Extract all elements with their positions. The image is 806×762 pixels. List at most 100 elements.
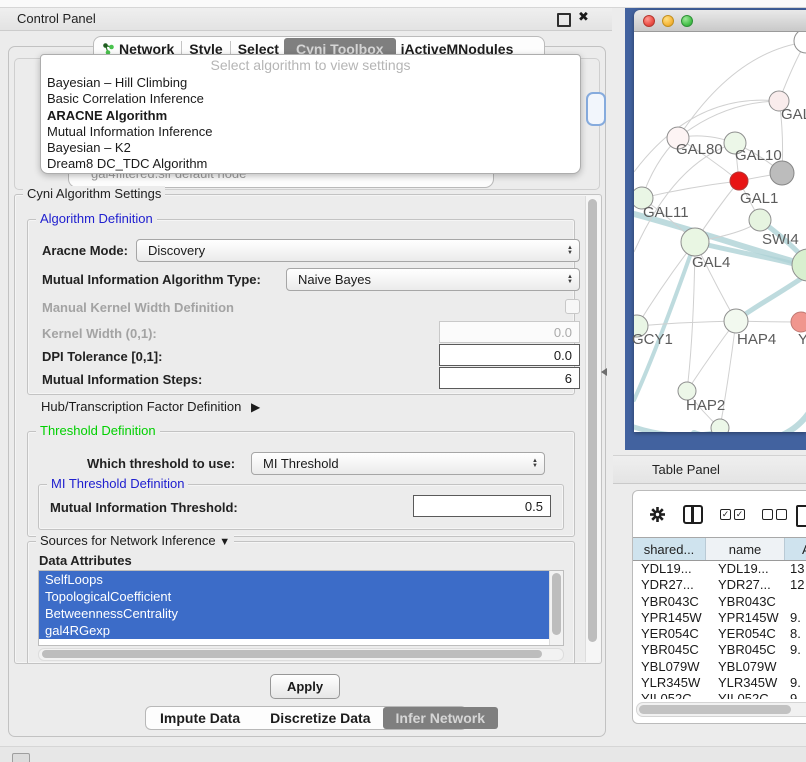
mi-threshold-title: MI Threshold Definition bbox=[47, 476, 188, 491]
mi-threshold-label: Mutual Information Threshold: bbox=[50, 500, 238, 515]
control-panel-titlebar: Control Panel ✖ bbox=[0, 8, 612, 31]
close-panel-icon[interactable]: ✖ bbox=[578, 9, 589, 25]
split-columns-icon[interactable] bbox=[683, 505, 703, 524]
table-row[interactable]: YBR043CYBR043C bbox=[633, 594, 806, 610]
minimized-panel-icon[interactable] bbox=[12, 753, 30, 762]
tab-impute-data[interactable]: Impute Data bbox=[152, 710, 248, 726]
column-header-name[interactable]: name bbox=[706, 538, 785, 560]
expander-arrow-icon: ▶ bbox=[251, 400, 260, 414]
node-label: GAL80 bbox=[676, 141, 723, 158]
close-window-icon[interactable] bbox=[643, 15, 655, 27]
list-hscrollbar-thumb[interactable] bbox=[42, 650, 542, 658]
table-header-row: shared... name A bbox=[633, 537, 806, 561]
which-threshold-value: MI Threshold bbox=[263, 456, 339, 471]
list-item-selected[interactable]: gal4RGexp bbox=[39, 622, 555, 639]
apply-button[interactable]: Apply bbox=[270, 674, 340, 699]
network-window-titlebar[interactable] bbox=[634, 10, 806, 32]
hub-definition-label: Hub/Transcription Factor Definition bbox=[41, 399, 241, 414]
algorithm-definition-group: Algorithm Definition Aracne Mode: Discov… bbox=[27, 219, 575, 395]
table-toolbar: ✓✓ bbox=[633, 491, 806, 537]
combo-spinner-icon: ▲▼ bbox=[567, 246, 573, 256]
column-header-shared[interactable]: shared... bbox=[633, 538, 706, 560]
algorithm-definition-title: Algorithm Definition bbox=[36, 211, 157, 226]
node-gal4 bbox=[681, 228, 709, 256]
algorithm-dropdown-popup: Select algorithm to view settings Bayesi… bbox=[40, 54, 581, 174]
mi-steps-value: 6 bbox=[565, 371, 572, 386]
algorithm-option[interactable]: Bayesian – K2 bbox=[41, 140, 580, 156]
hub-definition-expander[interactable]: Hub/Transcription Factor Definition ▶ bbox=[41, 399, 260, 414]
sources-title-row[interactable]: Sources for Network Inference ▼ bbox=[36, 533, 234, 548]
table-panel-title: Table Panel bbox=[652, 462, 720, 477]
settings-scrollbar-track[interactable] bbox=[585, 196, 600, 662]
algorithm-option[interactable]: Mutual Information Inference bbox=[41, 124, 580, 140]
combo-spinner-icon: ▲▼ bbox=[567, 275, 573, 285]
bottom-strip bbox=[0, 746, 806, 762]
zoom-window-icon[interactable] bbox=[681, 15, 693, 27]
table-row[interactable]: YIL052CYIL052C9 bbox=[633, 691, 806, 699]
aracne-mode-combobox[interactable]: Discovery ▲▼ bbox=[136, 239, 580, 262]
sources-group: Sources for Network Inference ▼ Data Att… bbox=[27, 541, 575, 663]
table-hscrollbar-thumb[interactable] bbox=[639, 705, 791, 714]
node-label: GCY1 bbox=[632, 331, 673, 348]
aracne-mode-value: Discovery bbox=[148, 243, 205, 258]
table-row[interactable]: YLR345WYLR345W9. bbox=[633, 675, 806, 691]
table-row[interactable]: YBR045CYBR045C9. bbox=[633, 642, 806, 658]
panel-splitter-arrow[interactable] bbox=[601, 368, 607, 376]
mi-threshold-field[interactable]: 0.5 bbox=[413, 495, 551, 517]
which-threshold-combobox[interactable]: MI Threshold ▲▼ bbox=[251, 452, 545, 475]
table-row[interactable]: YER054CYER054C8. bbox=[633, 626, 806, 642]
table-panel-body: ✓✓ shared... name A YDL19...YDL19...13 Y… bbox=[632, 490, 806, 724]
tab-discretize-data[interactable]: Discretize Data bbox=[262, 710, 378, 726]
list-hscrollbar-track[interactable] bbox=[38, 648, 564, 661]
aracne-mode-label: Aracne Mode: bbox=[42, 243, 128, 258]
data-attributes-label: Data Attributes bbox=[39, 553, 132, 568]
manual-kernel-width-checkbox[interactable] bbox=[565, 299, 580, 314]
list-scrollbar-thumb[interactable] bbox=[552, 573, 561, 635]
list-item-selected[interactable]: SelfLoops bbox=[39, 571, 555, 588]
mi-algorithm-type-value: Naive Bayes bbox=[298, 272, 371, 287]
algorithm-option[interactable]: Basic Correlation Inference bbox=[41, 91, 580, 107]
top-strip bbox=[0, 0, 806, 8]
kernel-width-field[interactable]: 0.0 bbox=[439, 321, 580, 343]
mi-steps-label: Mutual Information Steps: bbox=[42, 372, 202, 387]
algorithm-option[interactable]: Bayesian – Hill Climbing bbox=[41, 75, 580, 91]
table-rows: YDL19...YDL19...13 YDR27...YDR27...12 YB… bbox=[633, 561, 806, 699]
float-panel-icon[interactable] bbox=[557, 13, 571, 27]
table-row[interactable]: YPR145WYPR145W9. bbox=[633, 610, 806, 626]
list-item-selected[interactable]: TopologicalCoefficient bbox=[39, 588, 555, 605]
table-row[interactable]: YDL19...YDL19...13 bbox=[633, 561, 806, 577]
node-label: SWI4 bbox=[762, 231, 799, 248]
algorithm-popup-placeholder: Select algorithm to view settings bbox=[41, 55, 580, 75]
node-label: HAP4 bbox=[737, 331, 776, 348]
settings-gear-icon[interactable] bbox=[649, 506, 666, 523]
manual-kernel-width-label: Manual Kernel Width Definition bbox=[42, 300, 234, 315]
node-gal1 bbox=[749, 209, 771, 231]
which-threshold-label: Which threshold to use: bbox=[87, 456, 235, 471]
node-label: GAL bbox=[781, 106, 806, 123]
select-all-columns-icon[interactable]: ✓✓ bbox=[720, 509, 745, 520]
mi-threshold-value: 0.5 bbox=[525, 499, 543, 514]
algorithm-option[interactable]: Dream8 DC_TDC Algorithm bbox=[41, 156, 580, 172]
algorithm-option-selected[interactable]: ARACNE Algorithm bbox=[41, 108, 580, 124]
tab-infer-network[interactable]: Infer Network bbox=[383, 707, 498, 729]
control-panel-title: Control Panel bbox=[17, 11, 96, 26]
deselect-all-columns-icon[interactable] bbox=[762, 509, 787, 520]
node-label: HAP2 bbox=[686, 397, 725, 414]
list-scrollbar-track[interactable] bbox=[549, 571, 563, 645]
column-header-partial[interactable]: A bbox=[785, 538, 806, 560]
mi-steps-field[interactable]: 6 bbox=[439, 367, 580, 389]
list-item-selected[interactable]: BetweennessCentrality bbox=[39, 605, 555, 622]
minimize-window-icon[interactable] bbox=[662, 15, 674, 27]
table-row[interactable]: YDR27...YDR27...12 bbox=[633, 577, 806, 593]
node-partial-top bbox=[794, 32, 806, 53]
node-red bbox=[730, 172, 748, 190]
settings-scrollbar-thumb[interactable] bbox=[588, 199, 597, 642]
table-row[interactable]: YBL079WYBL079W bbox=[633, 659, 806, 675]
table-hscrollbar-track[interactable] bbox=[636, 702, 806, 717]
export-table-icon[interactable] bbox=[796, 505, 806, 527]
application-screen: Control Panel ✖ gal4filtered.sif default… bbox=[0, 0, 806, 762]
mi-algorithm-type-combobox[interactable]: Naive Bayes ▲▼ bbox=[286, 268, 580, 291]
dpi-tolerance-field[interactable]: 0.0 bbox=[439, 344, 580, 366]
focus-ring-sliver bbox=[586, 92, 606, 126]
combo-spinner-icon: ▲▼ bbox=[532, 459, 538, 469]
